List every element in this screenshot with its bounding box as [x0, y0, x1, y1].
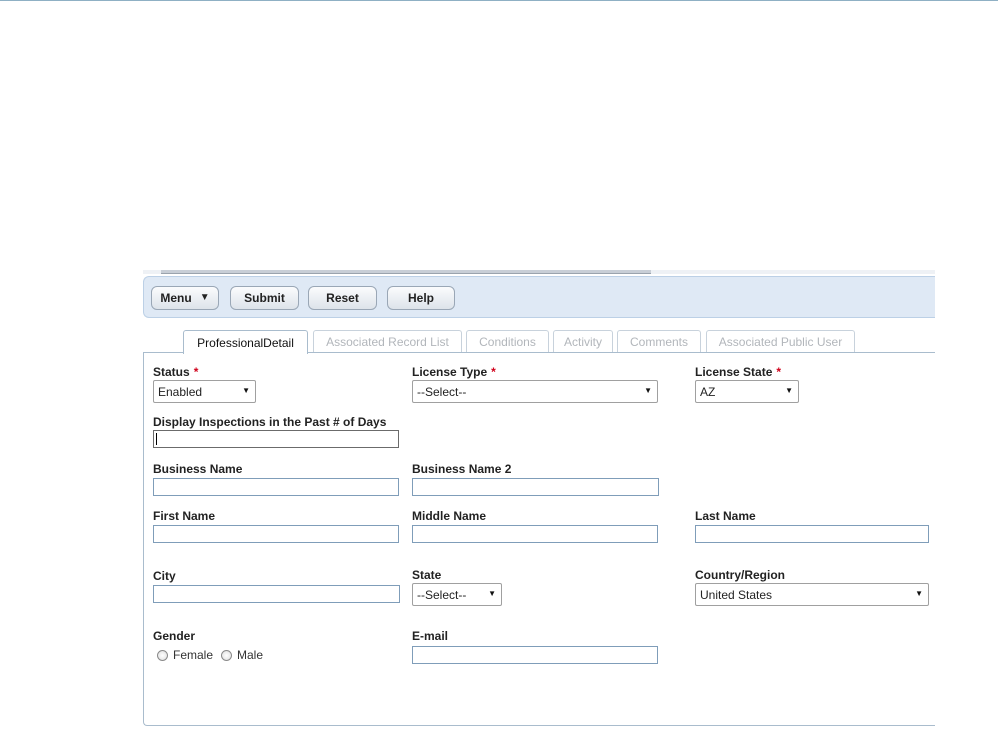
last-name-input[interactable]	[695, 525, 929, 543]
chevron-down-icon: ▼	[915, 589, 923, 598]
menu-dropdown-icon: ▼	[199, 292, 210, 303]
business-name-label: Business Name	[153, 462, 243, 476]
first-name-label: First Name	[153, 509, 216, 523]
chevron-down-icon: ▼	[488, 589, 496, 598]
chevron-down-icon: ▼	[785, 386, 793, 395]
license-state-select[interactable]: AZ ▼	[695, 380, 799, 403]
country-region-select[interactable]: United States ▼	[695, 583, 929, 606]
tab-conditions[interactable]: Conditions	[466, 330, 549, 353]
top-divider	[0, 0, 998, 1]
country-region-label: Country/Region	[695, 568, 785, 582]
last-name-label: Last Name	[695, 509, 756, 523]
city-label: City	[153, 569, 176, 583]
horizontal-scrollbar[interactable]	[143, 270, 935, 274]
gender-female-radio[interactable]	[157, 650, 168, 661]
text-cursor	[156, 433, 157, 445]
middle-name-input[interactable]	[412, 525, 658, 543]
email-input[interactable]	[412, 646, 658, 664]
tab-associated-record-list[interactable]: Associated Record List	[313, 330, 462, 353]
tab-professional-detail[interactable]: ProfessionalDetail	[183, 330, 308, 354]
tab-activity[interactable]: Activity	[553, 330, 613, 353]
status-select-value: Enabled	[158, 384, 203, 399]
display-inspections-label: Display Inspections in the Past # of Day…	[153, 415, 387, 429]
gender-label: Gender	[153, 629, 196, 643]
middle-name-label: Middle Name	[412, 509, 487, 523]
state-label: State	[412, 568, 442, 582]
business-name-2-label: Business Name 2	[412, 462, 512, 476]
submit-button[interactable]: Submit	[230, 286, 299, 310]
state-select[interactable]: --Select-- ▼	[412, 583, 502, 606]
tab-comments[interactable]: Comments	[617, 330, 701, 353]
scrollbar-thumb[interactable]	[161, 270, 651, 274]
tab-associated-public-user[interactable]: Associated Public User	[706, 330, 855, 353]
business-name-2-input[interactable]	[412, 478, 659, 496]
city-input[interactable]	[153, 585, 400, 603]
action-toolbar: Menu ▼ Submit Reset Help	[143, 276, 935, 318]
license-type-select[interactable]: --Select-- ▼	[412, 380, 658, 403]
status-select[interactable]: Enabled ▼	[153, 380, 256, 403]
license-state-label: License State *	[695, 365, 782, 379]
country-region-select-value: United States	[700, 587, 773, 602]
gender-male-radio[interactable]	[221, 650, 232, 661]
chevron-down-icon: ▼	[644, 386, 652, 395]
gender-male-label[interactable]: Male	[237, 648, 263, 662]
first-name-input[interactable]	[153, 525, 399, 543]
license-type-label: License Type *	[412, 365, 496, 379]
gender-female-label[interactable]: Female	[173, 648, 213, 662]
state-select-value: --Select--	[417, 587, 467, 602]
help-button[interactable]: Help	[387, 286, 455, 310]
license-type-select-value: --Select--	[417, 384, 467, 399]
chevron-down-icon: ▼	[242, 386, 250, 395]
license-state-select-value: AZ	[700, 384, 716, 399]
email-label: E-mail	[412, 629, 449, 643]
display-inspections-input[interactable]	[153, 430, 399, 448]
status-label: Status *	[153, 365, 199, 379]
reset-button[interactable]: Reset	[308, 286, 377, 310]
business-name-input[interactable]	[153, 478, 399, 496]
menu-button[interactable]: Menu ▼	[151, 286, 219, 310]
menu-button-label: Menu	[160, 291, 192, 305]
